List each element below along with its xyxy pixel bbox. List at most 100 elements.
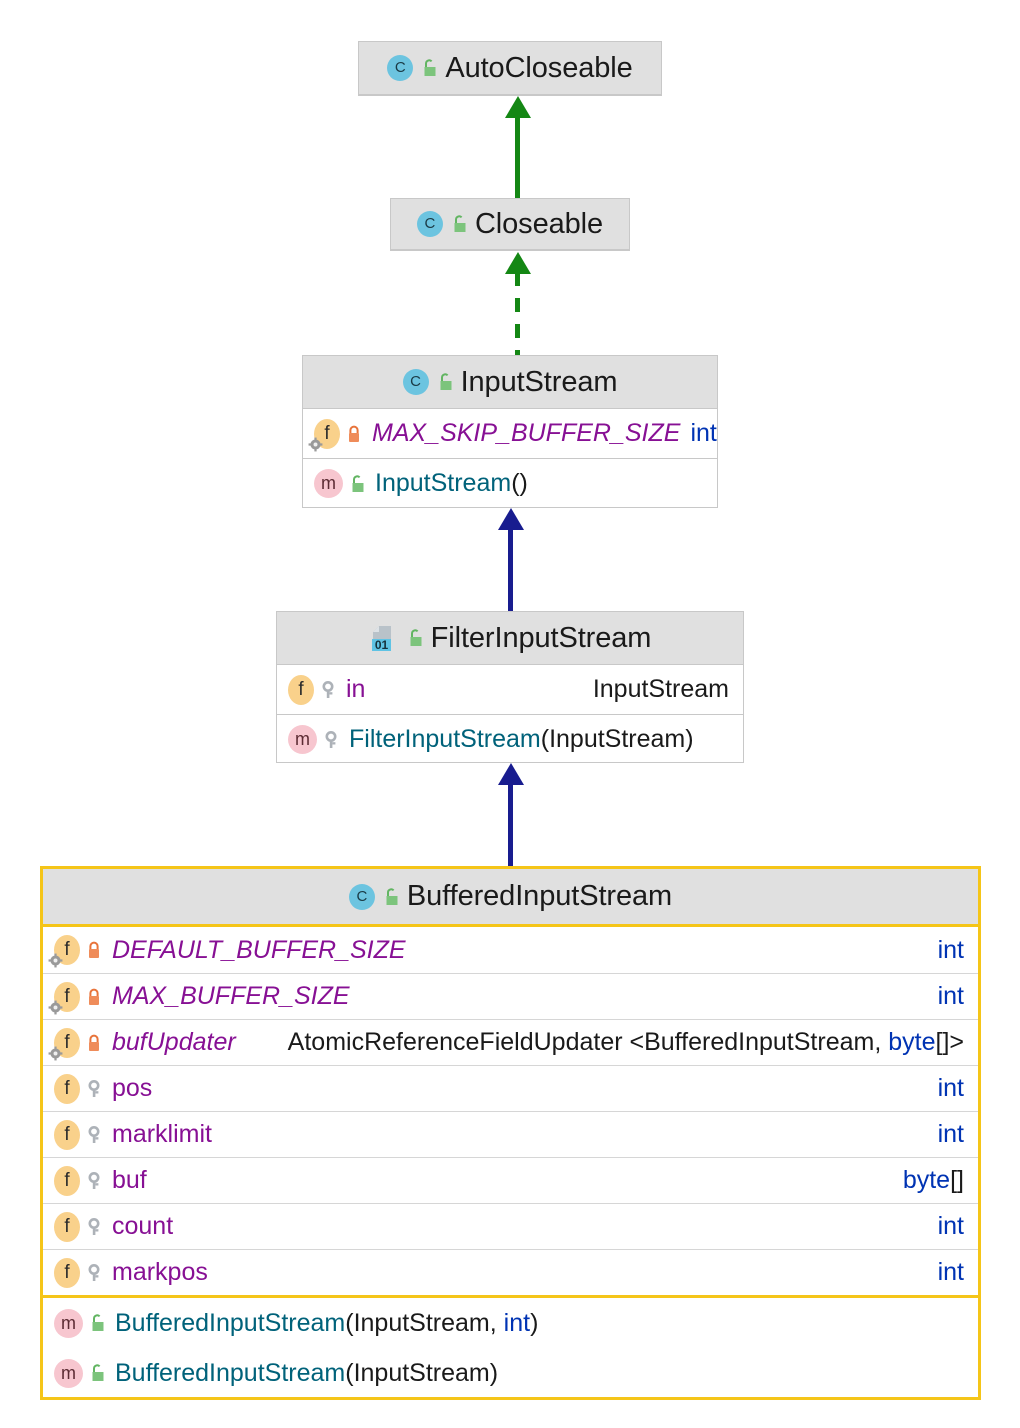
class-box-inputstream[interactable]: C InputStream f MAX_SKIP_BUFFER_SIZE int… [302,355,718,508]
field-row[interactable]: f count int [43,1203,978,1249]
field-type: int [690,419,717,447]
class-header: C BufferedInputStream [43,869,978,927]
unlock-green-icon [406,628,424,648]
member-icons: f [54,1119,103,1150]
class-box-bufferedinputstream[interactable]: C BufferedInputStream f DEFAULT_BUFFER_S… [40,866,981,1400]
field-name: MAX_BUFFER_SIZE [112,982,350,1010]
field-row[interactable]: f buf byte[] [43,1157,978,1203]
field-name: MAX_SKIP_BUFFER_SIZE [372,419,681,447]
class-header: 01 FilterInputStream [277,612,743,665]
method-name: InputStream [375,469,512,497]
static-field-icon: f [308,418,340,451]
fields-section: f DEFAULT_BUFFER_SIZE int f MAX_BUFFER_S… [43,927,978,1295]
binary-01-icon: 01 [369,623,399,653]
member-icons: f [54,1165,103,1196]
class-name: FilterInputStream [430,621,652,654]
connector-bufferedinputstream-to-filterinputstream [498,763,524,871]
field-name: count [112,1212,174,1240]
key-gray-icon [85,1217,103,1237]
field-name: bufUpdater [112,1028,236,1056]
static-field-icon: f [48,1027,80,1060]
method-signature: () [511,469,528,497]
method-row[interactable]: m BufferedInputStream (InputStream, int) [43,1298,978,1348]
unlock-green-icon [348,474,366,494]
key-gray-icon [322,730,340,750]
key-gray-icon [85,1263,103,1283]
methods-section: m BufferedInputStream (InputStream, int)… [43,1295,978,1398]
static-gear-badge [308,437,323,451]
arrowhead-triangle [505,96,531,118]
method-row[interactable]: m InputStream () [303,459,717,508]
field-type: int [937,1212,964,1240]
lock-orange-icon [85,987,103,1007]
method-icon: m [288,725,317,754]
field-name: in [346,675,366,703]
field-row[interactable]: f markpos int [43,1249,978,1295]
unlock-green-icon [450,214,468,234]
static-gear-badge [48,1000,63,1014]
key-gray-icon [85,1079,103,1099]
lock-orange-icon [85,940,103,960]
class-header: C AutoCloseable [359,42,661,95]
member-icons: m [288,725,340,754]
class-box-closeable[interactable]: C Closeable [390,198,630,251]
class-header: C InputStream [303,356,717,409]
field-name: pos [112,1074,153,1102]
method-name: FilterInputStream [349,725,541,753]
unlock-green-icon [88,1313,106,1333]
key-gray-icon [85,1171,103,1191]
connector-line [508,783,513,871]
member-icons: f [48,1027,103,1060]
member-icons: f [54,1257,103,1288]
method-signature-part: (InputStream, [345,1308,504,1337]
svg-text:01: 01 [374,638,388,652]
key-gray-icon [85,1125,103,1145]
field-row[interactable]: f in InputStream [277,665,743,714]
class-box-autocloseable[interactable]: C AutoCloseable [358,41,662,96]
field-row[interactable]: f DEFAULT_BUFFER_SIZE int [43,927,978,973]
connector-closeable-to-autocloseable [505,96,531,202]
static-field-icon: f [48,935,80,968]
field-type: int [937,935,964,964]
connector-line [508,528,513,614]
method-signature: (InputStream, int) [345,1309,538,1338]
field-type: AtomicReferenceFieldUpdater <BufferedInp… [268,1028,964,1057]
field-type: int [937,1120,964,1148]
class-icon: C [387,55,414,81]
field-type: byte[] [883,1166,964,1195]
member-icons: m [54,1308,106,1338]
field-row[interactable]: f bufUpdater AtomicReferenceFieldUpdater… [43,1019,978,1065]
fields-section: f MAX_SKIP_BUFFER_SIZE int [303,409,717,458]
member-icons: f [48,935,103,968]
class-box-filterinputstream[interactable]: 01 FilterInputStream f in InputStream m [276,611,744,763]
method-icon: m [54,1358,83,1388]
field-type: InputStream [592,675,729,703]
field-type-part: byte [902,1166,951,1194]
field-name: buf [112,1166,147,1194]
connector-line [515,116,520,202]
unlock-green-icon [382,887,400,907]
member-icons: f [308,418,363,451]
class-name: AutoCloseable [445,51,633,84]
method-row[interactable]: m FilterInputStream (InputStream) [277,715,743,764]
lock-orange-icon [345,424,363,444]
field-row[interactable]: f MAX_SKIP_BUFFER_SIZE int [303,409,717,458]
methods-section: m FilterInputStream (InputStream) [277,714,743,764]
method-signature: (InputStream) [540,725,694,753]
static-field-icon: f [48,981,80,1014]
unlock-green-icon [420,58,438,78]
method-signature: (InputStream) [345,1358,499,1387]
class-name: Closeable [474,207,604,240]
unlock-green-icon [88,1363,106,1383]
method-icon: m [314,469,343,498]
key-gray-icon [319,680,337,700]
field-row[interactable]: f marklimit int [43,1111,978,1157]
field-type: int [937,1074,964,1102]
arrowhead-triangle [498,763,524,785]
method-row[interactable]: m BufferedInputStream (InputStream) [43,1348,978,1398]
unlock-green-icon [436,372,454,392]
method-name: BufferedInputStream [115,1358,346,1387]
field-row[interactable]: f pos int [43,1065,978,1111]
field-row[interactable]: f MAX_BUFFER_SIZE int [43,973,978,1019]
method-name: BufferedInputStream [115,1308,346,1337]
